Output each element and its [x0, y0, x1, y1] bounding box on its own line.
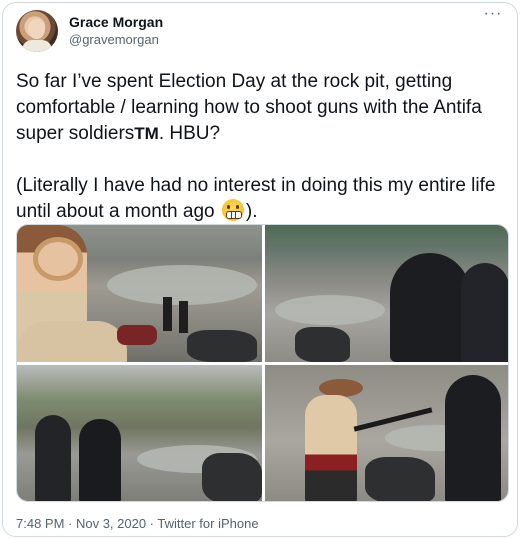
pond	[275, 295, 385, 325]
selfie-vest	[17, 321, 127, 362]
avatar-face	[28, 19, 45, 39]
pond	[107, 265, 257, 305]
hooded-person	[35, 415, 71, 501]
media-grid	[16, 224, 509, 502]
grimacing-face-emoji-icon	[221, 199, 244, 221]
author-handle[interactable]: @gravemorgan	[69, 31, 159, 48]
hooded-person	[79, 419, 121, 501]
rock	[202, 453, 262, 501]
tweet-text-part1: So far I’ve spent Election Day at the ro…	[16, 71, 488, 144]
tweet-text: So far I’ve spent Election Day at the ro…	[16, 69, 508, 225]
trademark: TM	[134, 124, 159, 143]
rock	[365, 457, 435, 501]
hooded-person	[445, 375, 501, 501]
more-options-icon[interactable]: ···	[481, 6, 505, 24]
hooded-person	[461, 263, 508, 362]
person-with-rifle	[305, 395, 357, 501]
photo-1[interactable]	[17, 225, 262, 362]
distant-person	[179, 301, 188, 333]
distant-person	[163, 297, 172, 331]
avatar-shirt	[22, 40, 52, 52]
photo-3[interactable]	[17, 365, 262, 501]
hooded-person	[390, 253, 470, 362]
selfie-arm	[117, 325, 157, 345]
tweet-timestamp[interactable]: 7:48 PM · Nov 3, 2020 · Twitter for iPho…	[16, 515, 259, 532]
rock	[295, 327, 350, 362]
avatar[interactable]	[16, 10, 58, 52]
photo-2[interactable]	[265, 225, 508, 362]
tweet-text-part3: ).	[245, 201, 258, 222]
photo-4[interactable]	[265, 365, 508, 501]
rock	[187, 330, 257, 362]
tweet-card: Grace Morgan @gravemorgan ··· So far I’v…	[2, 2, 518, 537]
author-name[interactable]: Grace Morgan	[69, 13, 163, 31]
selfie-face	[33, 237, 83, 281]
